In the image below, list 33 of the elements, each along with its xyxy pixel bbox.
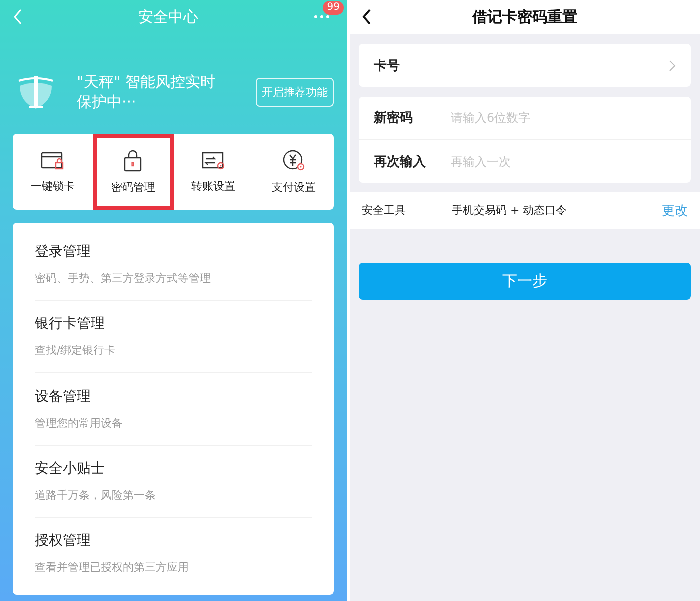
chevron-right-icon[interactable]: [669, 60, 676, 72]
menu-item-subtitle: 查看并管理已授权的第三方应用: [35, 560, 190, 575]
transfer-icon: [202, 150, 226, 170]
menu-item-subtitle: 道路千万条，风险第一条: [35, 488, 157, 503]
notification-badge: 99: [323, 1, 344, 15]
security-tool-value: 手机交易码 + 动态口令: [452, 203, 568, 218]
card-number-label: 卡号: [374, 58, 401, 74]
card-lock-icon: [41, 150, 66, 170]
page-title: 借记卡密码重置: [472, 8, 578, 26]
padlock-icon: [123, 150, 144, 172]
more-icon[interactable]: [314, 15, 330, 19]
quick-action[interactable]: 密码管理: [93, 134, 174, 210]
menu-item-subtitle: 查找/绑定银行卡: [35, 343, 117, 358]
menu-item-title[interactable]: 设备管理: [35, 388, 312, 406]
menu-item-title[interactable]: 银行卡管理: [35, 315, 312, 334]
field-label: 再次输入: [374, 154, 427, 170]
menu-item-title[interactable]: 登录管理: [35, 243, 312, 262]
field-label: 新密码: [374, 110, 414, 127]
page-title: 安全中心: [138, 8, 198, 26]
quick-action[interactable]: 一键锁卡: [13, 134, 94, 210]
menu-item-subtitle: 密码、手势、第三方登录方式等管理: [35, 271, 212, 286]
yuan-coin-icon: [282, 150, 306, 172]
protection-status-text: "天秤" 智能风控实时保护中···: [77, 72, 217, 112]
menu-item-subtitle: 管理您的常用设备: [35, 416, 124, 430]
password-field[interactable]: 请输入6位数字: [449, 110, 676, 126]
back-button[interactable]: [362, 9, 372, 25]
menu-item-title[interactable]: 安全小贴士: [35, 460, 312, 478]
password-field[interactable]: 再输入一次: [449, 154, 676, 170]
shield-scale-icon: [17, 74, 55, 110]
security-tool-label: 安全工具: [362, 203, 407, 218]
quick-action[interactable]: 支付设置: [254, 134, 334, 210]
quick-action[interactable]: 转账设置: [174, 134, 254, 210]
menu-item-title[interactable]: 授权管理: [35, 532, 312, 550]
